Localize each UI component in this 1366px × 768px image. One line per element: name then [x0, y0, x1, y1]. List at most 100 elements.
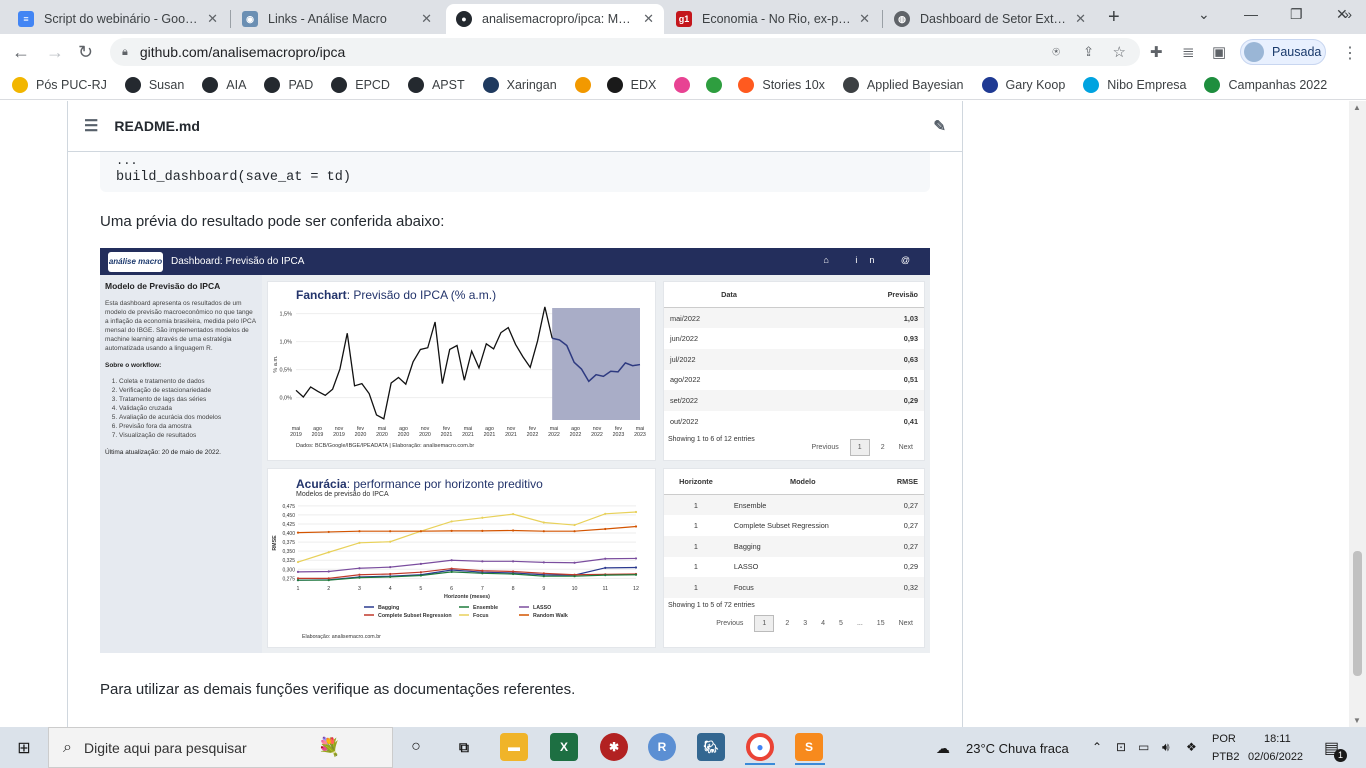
- accuracy-subtitle: Modelos de previsão do IPCA: [296, 491, 389, 498]
- pager-item[interactable]: 1: [754, 615, 775, 632]
- extensions-puzzle-icon[interactable]: ✚: [1150, 43, 1163, 61]
- r-icon[interactable]: R: [648, 733, 676, 761]
- address-bar[interactable]: 🔒︎ github.com/analisemacropro/ipca ⍟ ⇪ ☆: [110, 38, 1140, 66]
- bookmark-item[interactable]: Stories 10x: [738, 76, 825, 93]
- bookmark-item[interactable]: Gary Koop: [981, 76, 1065, 93]
- col-header-data[interactable]: Data: [664, 282, 794, 308]
- tab-github-ipca[interactable]: ● analisemacropro/ipca: Model ✕: [446, 4, 664, 34]
- col-header-horizonte[interactable]: Horizonte: [664, 469, 728, 495]
- battery-icon[interactable]: ▭: [1138, 740, 1149, 754]
- volume-icon[interactable]: 🔊︎: [1162, 740, 1170, 755]
- pager-item[interactable]: 1: [849, 439, 870, 456]
- pager-item[interactable]: 15: [877, 620, 885, 627]
- minimize-icon[interactable]: —: [1244, 6, 1258, 22]
- bookmark-item[interactable]: PAD: [264, 76, 313, 93]
- lang-primary[interactable]: POR: [1212, 733, 1236, 745]
- chrome-icon[interactable]: ●: [746, 733, 774, 761]
- close-icon[interactable]: ✕: [421, 11, 432, 27]
- bookmark-item[interactable]: [674, 76, 698, 93]
- pager-item[interactable]: Next: [899, 620, 913, 627]
- clock-date[interactable]: 02/06/2022: [1248, 751, 1303, 763]
- new-tab-icon[interactable]: +: [1108, 6, 1120, 29]
- sublime-icon[interactable]: S: [795, 733, 823, 761]
- pager-item[interactable]: Next: [899, 444, 913, 451]
- maximize-icon[interactable]: ❐: [1290, 6, 1303, 23]
- bookmark-icon: [738, 76, 755, 93]
- page-scrollbar[interactable]: ▲ ▼: [1349, 101, 1366, 727]
- bookmark-item[interactable]: Campanhas 2022: [1204, 76, 1327, 93]
- app-icon[interactable]: ✱: [600, 733, 628, 761]
- close-icon[interactable]: ✕: [207, 11, 218, 27]
- bookmark-star-icon[interactable]: ☆: [1113, 43, 1126, 61]
- fanchart-title-bold: Fanchart: [296, 288, 347, 302]
- taskbar-search[interactable]: ⌕ Digite aqui para pesquisar 💐: [48, 727, 393, 768]
- bookmark-item[interactable]: APST: [407, 76, 465, 93]
- weather-cloud-icon[interactable]: ☁: [936, 740, 950, 757]
- pager-item[interactable]: 2: [785, 620, 789, 627]
- cell-date: jun/2022: [670, 334, 698, 344]
- col-header-rmse[interactable]: RMSE: [877, 469, 924, 495]
- pager-item[interactable]: ...: [857, 620, 863, 627]
- pager-item[interactable]: 5: [839, 620, 843, 627]
- clock-time[interactable]: 18:11: [1264, 733, 1291, 745]
- bookmark-item[interactable]: [706, 76, 730, 93]
- col-header-previsao[interactable]: Previsão: [794, 282, 924, 308]
- translate-icon[interactable]: ⍟: [1052, 44, 1060, 60]
- pager-item[interactable]: Previous: [812, 444, 839, 451]
- workflow-step: Validação cruzada: [119, 404, 257, 413]
- dashboard-sidebar: Modelo de Previsão do IPCA Esta dashboar…: [100, 275, 262, 653]
- bookmark-item[interactable]: EPCD: [331, 76, 390, 93]
- tab-g1-economia[interactable]: g1 Economia - No Rio, ex-presid ✕: [666, 4, 880, 34]
- close-icon[interactable]: ✕: [643, 11, 654, 27]
- bookmark-item[interactable]: Nibo Empresa: [1083, 76, 1186, 93]
- edit-pencil-icon[interactable]: ✎: [933, 117, 946, 135]
- series-point: [358, 530, 361, 533]
- profile-button[interactable]: Pausada: [1240, 39, 1326, 65]
- task-view-icon[interactable]: ⧉: [450, 733, 478, 761]
- cortana-circle-icon[interactable]: ○: [402, 733, 430, 761]
- bookmark-item[interactable]: Pós PUC-RJ: [12, 76, 107, 93]
- series-point: [481, 569, 484, 572]
- postgres-icon[interactable]: 🐘︎: [697, 733, 725, 761]
- reload-icon[interactable]: ↻: [78, 42, 93, 63]
- pager-item[interactable]: 3: [803, 620, 807, 627]
- forward-arrow-icon[interactable]: →: [46, 42, 64, 63]
- lang-secondary[interactable]: PTB2: [1212, 751, 1240, 763]
- more-menu-icon[interactable]: ⋮: [1342, 43, 1358, 63]
- pager-item[interactable]: 2: [881, 444, 885, 451]
- bookmark-item[interactable]: Xaringan: [482, 76, 557, 93]
- bookmark-item[interactable]: [574, 76, 599, 93]
- scroll-down-icon[interactable]: ▼: [1353, 716, 1361, 725]
- back-arrow-icon[interactable]: ←: [12, 42, 30, 63]
- file-explorer-icon[interactable]: ▬: [500, 733, 528, 761]
- tab-search-chevron-icon[interactable]: ⌄: [1198, 6, 1210, 23]
- bookmark-item[interactable]: Applied Bayesian: [842, 76, 964, 93]
- notification-badge: 1: [1334, 749, 1347, 762]
- bookmark-item[interactable]: Susan: [124, 76, 184, 93]
- windows-start-icon[interactable]: ⊞: [0, 738, 48, 758]
- excel-icon[interactable]: X: [550, 733, 578, 761]
- col-header-modelo[interactable]: Modelo: [727, 469, 878, 495]
- tray-chevron-up-icon[interactable]: ⌃: [1092, 740, 1102, 754]
- sidebar-title: Modelo de Previsão do IPCA: [105, 281, 221, 291]
- weather-text[interactable]: 23°C Chuva fraca: [966, 741, 1069, 756]
- scroll-up-icon[interactable]: ▲: [1353, 103, 1361, 112]
- share-icon[interactable]: ⇪: [1083, 44, 1094, 60]
- pager-item[interactable]: 4: [821, 620, 825, 627]
- close-icon[interactable]: ✕: [859, 11, 870, 27]
- close-icon[interactable]: ✕: [1075, 11, 1086, 27]
- bookmark-item[interactable]: EDX: [606, 76, 656, 93]
- outline-menu-icon[interactable]: ☰: [84, 116, 98, 136]
- tab-dashboard-setor-externo[interactable]: ◍ Dashboard de Setor Externo ✕: [884, 4, 1096, 34]
- dropbox-icon[interactable]: ❖: [1186, 740, 1197, 754]
- series-point: [634, 525, 638, 528]
- side-panel-icon[interactable]: ▣: [1212, 43, 1226, 61]
- bookmarks-overflow-chevron-icon[interactable]: »: [1344, 6, 1352, 22]
- bookmark-item[interactable]: AIA: [202, 76, 246, 93]
- media-control-icon[interactable]: ≣: [1182, 43, 1195, 61]
- network-icon[interactable]: ⊡: [1116, 740, 1126, 754]
- pager-item[interactable]: Previous: [716, 620, 743, 627]
- tab-links-analise-macro[interactable]: ◉ Links - Análise Macro ✕: [232, 4, 442, 34]
- scrollbar-thumb[interactable]: [1353, 551, 1362, 676]
- tab-script-webinario[interactable]: ≡ Script do webinário - Google ✕: [8, 4, 228, 34]
